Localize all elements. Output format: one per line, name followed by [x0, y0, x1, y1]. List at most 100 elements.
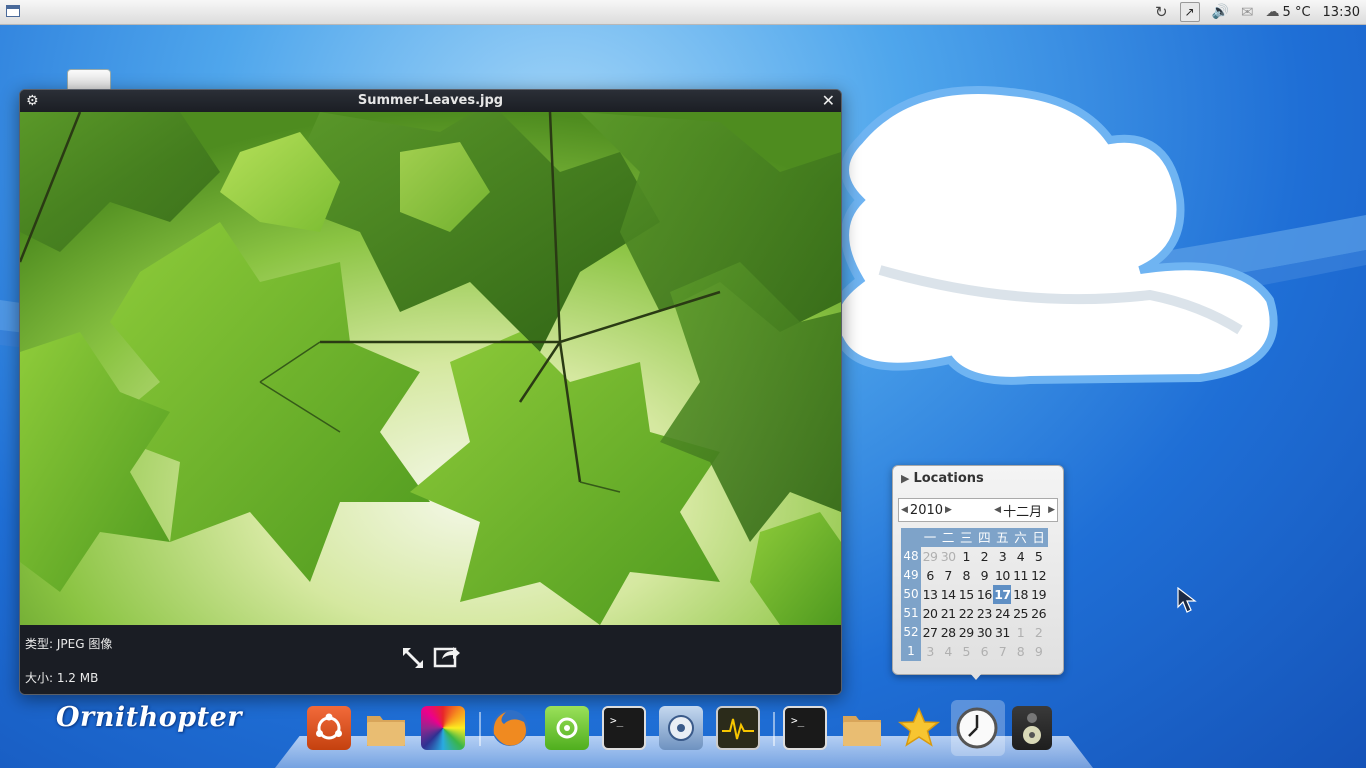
calendar-day[interactable]: 27 [921, 623, 939, 642]
calendar-day[interactable]: 6 [975, 642, 993, 661]
weather-widget[interactable]: ☁ 5 °C [1266, 4, 1311, 20]
calendar-day[interactable]: 7 [939, 566, 957, 585]
calendar-day[interactable]: 31 [993, 623, 1011, 642]
calendar-day[interactable]: 8 [1011, 642, 1029, 661]
home-folder-icon[interactable] [364, 706, 408, 750]
weekday-header: 二 [939, 528, 958, 547]
color-palette-icon[interactable] [421, 706, 465, 750]
calendar-day[interactable]: 30 [939, 547, 957, 566]
window-list-icon[interactable] [6, 5, 20, 17]
leaves-photo [20, 112, 841, 625]
next-month-button[interactable]: ▶ [1046, 505, 1057, 515]
calendar-day[interactable]: 17 [993, 585, 1012, 604]
calendar-day[interactable]: 9 [1030, 642, 1048, 661]
weather-temp: 5 °C [1282, 4, 1311, 20]
calendar-day[interactable]: 4 [1011, 547, 1029, 566]
terminal-icon[interactable]: >_ [602, 706, 646, 750]
calendar-day[interactable]: 19 [1030, 585, 1048, 604]
week-number: 49 [901, 566, 921, 585]
calendar-day[interactable]: 29 [921, 547, 939, 566]
calendar-grid: 一二三四五六日 48 29 30 1 2 3 4 5 49 6 7 8 9 10 11 12 50 13 14 15 16… [901, 528, 1054, 661]
calendar-month: 十二月 [1003, 504, 1043, 520]
calendar-day[interactable]: 29 [957, 623, 975, 642]
prev-month-button[interactable]: ◀ [992, 505, 1003, 515]
calendar-weekday-row: 一二三四五六日 [901, 528, 1054, 547]
calendar-day[interactable]: 5 [1030, 547, 1048, 566]
ubuntu-icon[interactable] [307, 706, 351, 750]
viewer-info-bar: 类型: JPEG 图像 大小: 1.2 MB [20, 625, 841, 694]
folder-icon[interactable] [840, 706, 884, 750]
calendar-day[interactable]: 18 [1011, 585, 1029, 604]
calendar-day[interactable]: 12 [1030, 566, 1048, 585]
volume-icon[interactable]: 🔊 [1212, 4, 1229, 20]
favorites-star-icon[interactable] [897, 706, 941, 750]
popup-pointer [969, 672, 983, 680]
window-title: Summer-Leaves.jpg [357, 93, 504, 108]
calendar-day[interactable]: 2 [1030, 623, 1048, 642]
fullscreen-button[interactable] [400, 645, 426, 671]
calendar-header: ◀ 2010 ▶ ◀ 十二月 ▶ [898, 498, 1058, 522]
week-number: 48 [901, 547, 921, 566]
viewer-titlebar[interactable]: ⚙ Summer-Leaves.jpg ✕ [20, 90, 841, 112]
week-number-corner [901, 528, 921, 547]
calendar-day[interactable]: 14 [939, 585, 957, 604]
next-year-button[interactable]: ▶ [943, 505, 954, 515]
calendar-day[interactable]: 25 [1011, 604, 1029, 623]
calendar-day[interactable]: 26 [1030, 604, 1048, 623]
calendar-day[interactable]: 13 [921, 585, 939, 604]
locations-expander[interactable]: ▶ Locations [901, 471, 984, 486]
calendar-day[interactable]: 3 [993, 547, 1011, 566]
calendar-day[interactable]: 21 [939, 604, 957, 623]
calendar-week-row: 13456789 [901, 642, 1054, 661]
week-number: 52 [901, 623, 921, 642]
calendar-day[interactable]: 10 [993, 566, 1011, 585]
prev-year-button[interactable]: ◀ [899, 505, 910, 515]
calendar-week-row: 50 13 14 15 16 17 18 19 [901, 585, 1054, 604]
calendar-year: 2010 [909, 502, 944, 518]
panel-clock[interactable]: 13:30 [1323, 5, 1360, 20]
calendar-day[interactable]: 1 [1011, 623, 1029, 642]
calendar-day[interactable]: 20 [921, 604, 939, 623]
close-icon[interactable]: ✕ [822, 91, 835, 110]
weekday-header: 四 [975, 528, 994, 547]
updates-icon[interactable]: ↻ [1155, 3, 1168, 21]
calendar-day[interactable]: 23 [975, 604, 993, 623]
calendar-week-row: 52 27 28 29 30 31 1 2 [901, 623, 1054, 642]
expand-triangle-icon: ▶ [901, 472, 910, 485]
calendar-day[interactable]: 5 [957, 642, 975, 661]
calendar-day[interactable]: 30 [975, 623, 993, 642]
calendar-week-row: 49 6 7 8 9 10 11 12 [901, 566, 1054, 585]
calendar-day[interactable]: 22 [957, 604, 975, 623]
firefox-icon[interactable] [488, 706, 532, 750]
network-icon[interactable]: ↗ [1179, 2, 1200, 22]
calendar-day[interactable]: 11 [1011, 566, 1029, 585]
calendar-day[interactable]: 8 [957, 566, 975, 585]
dock-separator [479, 712, 481, 746]
system-tray: ↻ ↗ 🔊 ✉ ☁ 5 °C 13:30 [1143, 0, 1366, 24]
system-monitor-icon[interactable] [716, 706, 760, 750]
calendar-week-row: 51 20 21 22 23 24 25 26 [901, 604, 1054, 623]
calendar-day[interactable]: 3 [921, 642, 939, 661]
mail-icon[interactable]: ✉ [1241, 3, 1254, 21]
calendar-day[interactable]: 2 [975, 547, 993, 566]
terminal-icon[interactable]: >_ [783, 706, 827, 750]
clock-icon[interactable] [955, 706, 999, 750]
software-center-icon[interactable] [545, 706, 589, 750]
disk-utility-icon[interactable] [659, 706, 703, 750]
calendar-day[interactable]: 24 [993, 604, 1011, 623]
calendar-day[interactable]: 15 [957, 585, 975, 604]
calendar-day[interactable]: 28 [939, 623, 957, 642]
share-button[interactable] [433, 643, 461, 669]
calendar-day[interactable]: 1 [957, 547, 975, 566]
week-number: 50 [901, 585, 921, 604]
calendar-day[interactable]: 7 [993, 642, 1011, 661]
speaker-icon[interactable] [1012, 706, 1052, 750]
calendar-day[interactable]: 16 [975, 585, 993, 604]
calendar-day[interactable]: 6 [921, 566, 939, 585]
ornithopter-logo: Ornithopter [56, 702, 242, 733]
weekday-header: 一 [921, 528, 940, 547]
weekday-header: 六 [1011, 528, 1030, 547]
weekday-header: 五 [993, 528, 1012, 547]
calendar-day[interactable]: 9 [975, 566, 993, 585]
calendar-day[interactable]: 4 [939, 642, 957, 661]
